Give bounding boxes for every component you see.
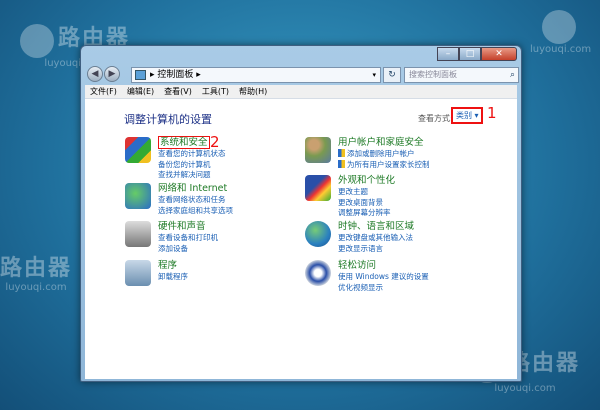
uac-shield-icon bbox=[338, 149, 345, 157]
control-panel-icon bbox=[135, 70, 146, 80]
watermark-url: luyouqi.com bbox=[530, 44, 592, 55]
menu-tools[interactable]: 工具(T) bbox=[197, 85, 234, 98]
link[interactable]: 更改主题 bbox=[338, 187, 395, 198]
link-label: 为所有用户设置家长控制 bbox=[347, 159, 430, 169]
watermark-text: 路由器 bbox=[0, 256, 73, 281]
content-area: 调整计算机的设置 查看方式: 类别 ▾ 1 2 系统和安全 查看您的计算机状态 … bbox=[85, 99, 517, 379]
back-button[interactable]: ◀ bbox=[87, 66, 103, 82]
category-title[interactable]: 程序 bbox=[158, 260, 188, 272]
link-label: 添加或删除用户帐户 bbox=[347, 149, 415, 158]
category-title[interactable]: 用户帐户和家庭安全 bbox=[338, 137, 430, 149]
address-dropdown-icon[interactable]: ▾ bbox=[372, 68, 376, 82]
appearance-icon bbox=[305, 175, 331, 201]
search-input[interactable]: 搜索控制面板 ⌕ bbox=[404, 67, 519, 83]
category-title[interactable]: 网络和 Internet bbox=[158, 183, 233, 195]
link[interactable]: 更改显示语言 bbox=[338, 244, 414, 255]
page-title: 调整计算机的设置 bbox=[124, 113, 212, 126]
accessibility-icon bbox=[305, 260, 331, 286]
breadcrumb-control-panel[interactable]: 控制面板 bbox=[157, 70, 193, 80]
link[interactable]: 选择家庭组和共享选项 bbox=[158, 206, 233, 217]
watermark-url: luyouqi.com bbox=[5, 282, 67, 293]
link[interactable]: 卸载程序 bbox=[158, 272, 188, 283]
breadcrumb-separator: ▸ bbox=[150, 70, 155, 80]
category-title[interactable]: 硬件和声音 bbox=[158, 221, 218, 233]
minimize-button[interactable]: – bbox=[437, 47, 459, 61]
category-user-accounts: 用户帐户和家庭安全 添加或删除用户帐户 为所有用户设置家长控制 bbox=[305, 137, 430, 170]
category-network: 网络和 Internet 查看网络状态和任务 选择家庭组和共享选项 bbox=[125, 183, 233, 216]
printer-icon bbox=[125, 221, 151, 247]
view-by-dropdown[interactable]: 类别 ▾ bbox=[451, 107, 483, 124]
link[interactable]: 更改桌面背景 bbox=[338, 198, 395, 209]
link[interactable]: 查看网络状态和任务 bbox=[158, 195, 233, 206]
network-icon bbox=[125, 183, 151, 209]
watermark: luyouqi.com bbox=[530, 10, 591, 55]
link[interactable]: 使用 Windows 建议的设置 bbox=[338, 272, 429, 283]
category-ease-of-access: 轻松访问 使用 Windows 建议的设置 优化视频显示 bbox=[305, 260, 429, 293]
link[interactable]: 查看您的计算机状态 bbox=[158, 149, 226, 160]
link[interactable]: 为所有用户设置家长控制 bbox=[338, 159, 430, 171]
users-icon bbox=[305, 137, 331, 163]
breadcrumb-separator[interactable]: ▸ bbox=[196, 70, 201, 80]
watermark-url: luyouqi.com bbox=[494, 382, 556, 394]
category-title[interactable]: 系统和安全 bbox=[158, 136, 210, 149]
maximize-button[interactable]: □ bbox=[459, 47, 481, 61]
close-button[interactable]: ✕ bbox=[481, 47, 517, 61]
menu-view[interactable]: 查看(V) bbox=[159, 85, 197, 98]
programs-icon bbox=[125, 260, 151, 286]
menu-bar: 文件(F) 编辑(E) 查看(V) 工具(T) 帮助(H) bbox=[85, 85, 517, 99]
shield-icon bbox=[125, 137, 151, 163]
link[interactable]: 调整屏幕分辨率 bbox=[338, 208, 395, 219]
link[interactable]: 优化视频显示 bbox=[338, 283, 429, 294]
category-appearance: 外观和个性化 更改主题 更改桌面背景 调整屏幕分辨率 bbox=[305, 175, 395, 219]
uac-shield-icon bbox=[338, 159, 345, 168]
search-icon[interactable]: ⌕ bbox=[510, 68, 515, 82]
view-by-label: 查看方式: bbox=[418, 114, 453, 123]
category-clock-language: 时钟、语言和区域 更改键盘或其他输入法 更改显示语言 bbox=[305, 221, 414, 254]
window-controls: – □ ✕ bbox=[437, 47, 517, 61]
link[interactable]: 查找并解决问题 bbox=[158, 170, 226, 181]
link[interactable]: 更改键盘或其他输入法 bbox=[338, 233, 414, 244]
category-title[interactable]: 轻松访问 bbox=[338, 260, 429, 272]
link[interactable]: 备份您的计算机 bbox=[158, 160, 226, 171]
menu-edit[interactable]: 编辑(E) bbox=[122, 85, 159, 98]
link[interactable]: 添加或删除用户帐户 bbox=[338, 149, 430, 160]
search-placeholder: 搜索控制面板 bbox=[409, 70, 457, 79]
annotation-1: 1 bbox=[487, 104, 497, 122]
globe-clock-icon bbox=[305, 221, 331, 247]
category-title[interactable]: 外观和个性化 bbox=[338, 175, 395, 187]
nav-buttons: ◀ ▶ bbox=[87, 66, 121, 82]
category-system-security: 系统和安全 查看您的计算机状态 备份您的计算机 查找并解决问题 bbox=[125, 136, 226, 181]
category-programs: 程序 卸载程序 bbox=[125, 260, 188, 286]
menu-help[interactable]: 帮助(H) bbox=[234, 85, 272, 98]
forward-button[interactable]: ▶ bbox=[104, 66, 120, 82]
link[interactable]: 添加设备 bbox=[158, 244, 218, 255]
category-hardware-sound: 硬件和声音 查看设备和打印机 添加设备 bbox=[125, 221, 218, 254]
refresh-button[interactable]: ↻ bbox=[383, 67, 401, 83]
link[interactable]: 查看设备和打印机 bbox=[158, 233, 218, 244]
address-bar[interactable]: ▸ 控制面板 ▸ ▾ bbox=[131, 67, 381, 83]
category-title[interactable]: 时钟、语言和区域 bbox=[338, 221, 414, 233]
menu-file[interactable]: 文件(F) bbox=[85, 85, 122, 98]
watermark: 路由器 luyouqi.com bbox=[0, 250, 72, 293]
control-panel-window: – □ ✕ ◀ ▶ ▸ 控制面板 ▸ ▾ ↻ 搜索控制面板 ⌕ 文件(F) 编辑… bbox=[80, 45, 522, 382]
